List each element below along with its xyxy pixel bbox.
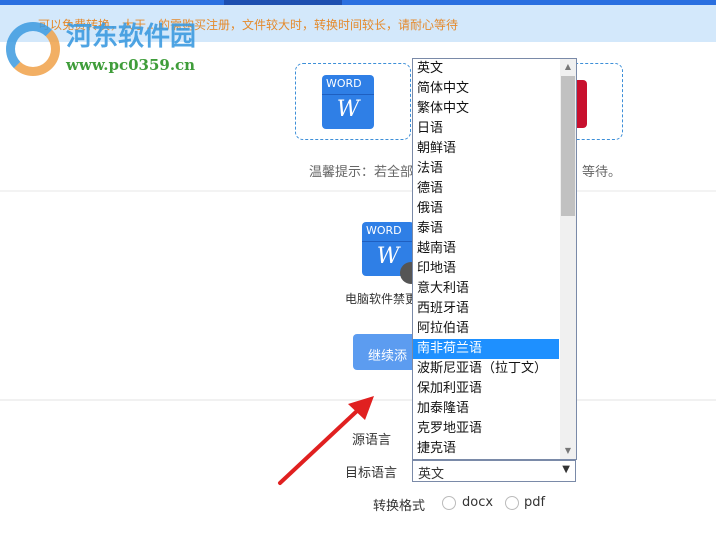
red-arrow-annotation — [278, 396, 374, 485]
